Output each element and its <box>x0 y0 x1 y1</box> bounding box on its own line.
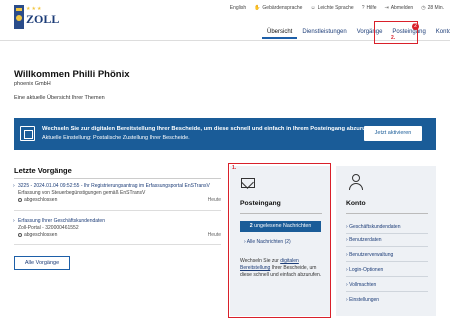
status-text: abgeschlossen <box>24 197 58 203</box>
konto-link-geschaeftskundendaten[interactable]: › Geschäftskundendaten <box>346 224 401 230</box>
eagle-crest-icon <box>14 5 24 29</box>
activate-button[interactable]: Jetzt aktivieren <box>364 126 422 141</box>
konto-title: Konto <box>346 200 366 207</box>
arrow-right-icon: › <box>13 218 15 224</box>
easy-language-link[interactable]: ☺ Leichte Sprache <box>310 5 353 11</box>
konto-link-divider <box>346 246 428 247</box>
sign-language-link[interactable]: ✋ Gebärdensprache <box>254 5 302 11</box>
timer-icon: ◷ <box>421 5 426 11</box>
help-link[interactable]: ? Hilfe <box>362 5 377 11</box>
unread-badge: 2 <box>412 23 419 30</box>
status-check-icon <box>18 232 22 237</box>
highlight-label-1: 1. <box>232 165 237 171</box>
list-divider <box>14 210 221 211</box>
digital-delivery-banner: Wechseln Sie zur digitalen Bereitstellun… <box>14 118 436 150</box>
tab-dienstleistungen[interactable]: Dienstleistungen <box>297 25 351 39</box>
process-date: Heute <box>207 197 221 203</box>
arrow-right-icon: › <box>13 183 15 189</box>
help-icon: ? <box>361 5 365 11</box>
process-subtitle: Erfassung von Steuerbegünstigungen gemäß… <box>18 190 146 196</box>
konto-link-benutzerverwaltung[interactable]: › Benutzerverwaltung <box>346 252 393 258</box>
logo-text: ZOLL <box>26 12 60 26</box>
konto-link-divider <box>346 291 428 292</box>
page-title: Willkommen Philli Phönix <box>14 69 130 80</box>
recent-processes-divider <box>14 178 221 179</box>
process-subtitle: Zoll-Portal - 320000461552 <box>18 225 79 231</box>
highlight-posteingang-card <box>228 163 331 318</box>
konto-link-einstellungen[interactable]: › Einstellungen <box>346 297 379 303</box>
list-item[interactable]: › Erfassung Ihrer Geschäftskundendaten Z… <box>13 218 221 239</box>
zoll-logo[interactable]: ★★★ ZOLL <box>14 5 59 31</box>
session-timer: ◷ 28 Min. <box>421 5 444 11</box>
konto-link-divider <box>346 261 428 262</box>
process-title: 3225 - 2024.01.04 09:52:55 - Ihr Registr… <box>18 183 210 189</box>
banner-headline: Wechseln Sie zur digitalen Bereitstellun… <box>42 126 376 132</box>
main-nav: Übersicht Dienstleistungen Vorgänge Post… <box>262 25 450 39</box>
sign-language-icon: ✋ <box>254 5 261 11</box>
intro-text: Eine aktuelle Übersicht Ihrer Themen <box>14 95 105 101</box>
konto-divider <box>346 213 428 214</box>
konto-link-benutzerdaten[interactable]: › Benutzerdaten <box>346 237 382 243</box>
list-item[interactable]: › 3225 - 2024.01.04 09:52:55 - Ihr Regis… <box>13 183 221 204</box>
status-text: abgeschlossen <box>24 232 58 238</box>
list-divider <box>14 244 221 245</box>
logout-link[interactable]: ⇥ Abmelden <box>385 5 414 11</box>
document-icon <box>20 126 35 141</box>
status-check-icon <box>18 197 22 202</box>
language-link[interactable]: English <box>230 5 246 11</box>
tab-uebersicht[interactable]: Übersicht <box>262 25 298 39</box>
konto-link-vollmachten[interactable]: › Vollmachten <box>346 282 376 288</box>
logout-icon: ⇥ <box>384 5 389 11</box>
company-name: phoenix GmbH <box>14 81 51 87</box>
konto-link-divider <box>346 233 428 234</box>
highlight-label-2: 2. <box>391 35 396 41</box>
process-date: Heute <box>207 232 221 238</box>
banner-subline: Aktuelle Einstellung: Postalische Zustel… <box>42 135 190 141</box>
easy-language-icon: ☺ <box>310 5 316 11</box>
user-icon <box>348 174 364 190</box>
tab-konto[interactable]: Konto <box>431 25 450 39</box>
all-processes-button[interactable]: Alle Vorgänge <box>14 256 70 270</box>
recent-processes-title: Letzte Vorgänge <box>14 166 72 175</box>
process-title: Erfassung Ihrer Geschäftskundendaten <box>18 218 105 224</box>
utility-nav: English ✋ Gebärdensprache ☺ Leichte Sprach… <box>230 5 444 11</box>
konto-link-login-optionen[interactable]: › Login-Optionen <box>346 267 383 273</box>
konto-link-divider <box>346 276 428 277</box>
